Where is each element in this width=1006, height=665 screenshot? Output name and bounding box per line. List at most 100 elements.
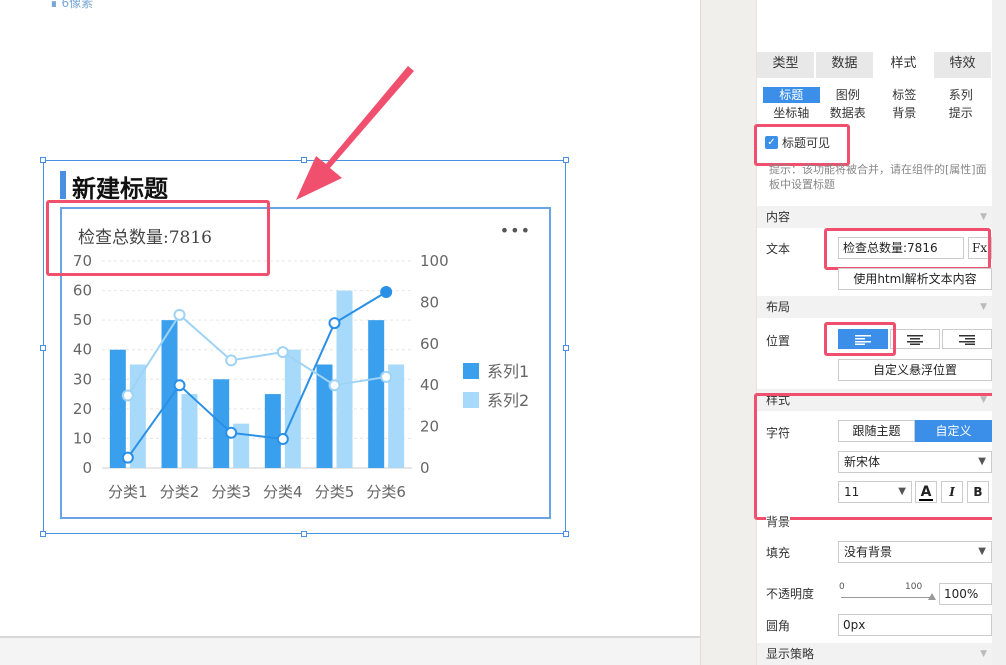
line-point-2-1 [121,389,134,402]
section-layout[interactable]: 布局 ▼ [757,296,993,318]
subtab-datatable[interactable]: 数据表 [820,105,877,121]
opacity-label: 不透明度 [766,587,815,601]
y-right-tick-label: 20 [420,418,439,436]
align-right-button[interactable] [942,329,992,349]
html-parse-button[interactable]: 使用html解析文本内容 [838,268,992,290]
resize-handle-b[interactable] [301,531,307,537]
title-accent-bar [60,171,66,199]
line-point-1-3 [225,426,238,439]
resize-handle-tl[interactable] [40,157,46,163]
bar-1-6 [368,320,385,468]
y-left-tick-label: 10 [73,429,92,447]
legend-label: 系列2 [487,391,529,410]
opacity-slider-track[interactable] [841,597,933,598]
text-label: 文本 [766,242,791,256]
x-tick-label: 分类3 [211,483,251,501]
line-point-2-2 [173,308,186,321]
annotation-box-style [754,393,996,520]
subtab-tooltip[interactable]: 提示 [933,105,990,121]
section-display-strategy[interactable]: 显示策略 ▼ [757,643,993,665]
tab-type[interactable]: 类型 [757,52,816,78]
bar-1-4 [264,394,281,468]
bar-1-1 [109,349,126,468]
background-section-label: 背景 [766,513,791,530]
chevron-down-icon: ▼ [980,649,987,659]
line-point-2-4 [276,346,289,359]
x-tick-label: 分类1 [108,483,148,501]
y-right-tick-label: 60 [420,335,439,353]
legend-swatch [463,363,479,379]
y-right-tick-label: 100 [420,252,449,270]
subtab-legend[interactable]: 图例 [820,87,877,103]
tab-style[interactable]: 样式 [875,52,934,78]
y-left-tick-label: 60 [73,282,92,300]
x-tick-label: 分类5 [315,483,355,501]
y-left-tick-label: 50 [73,311,92,329]
y-right-tick-label: 0 [420,459,430,477]
subtab-axis[interactable]: 坐标轴 [763,105,820,121]
resize-handle-l[interactable] [40,345,46,351]
chevron-down-icon: ▼ [978,546,986,557]
line-point-1-2 [173,379,186,392]
subtab-series[interactable]: 系列 [933,87,990,103]
y-left-tick-label: 0 [82,459,92,477]
align-center-button[interactable] [890,329,940,349]
bar-2-2 [181,394,198,468]
subtab-label[interactable]: 标签 [876,87,933,103]
bar-2-4 [284,349,301,468]
widget-title[interactable]: 新建标题 [72,169,168,204]
align-center-icon [907,334,923,345]
line-point-1-1 [121,451,134,464]
annotation-box-checkbox [754,124,850,166]
annotation-arrow [296,66,414,200]
canvas-bottom-bar [0,636,700,665]
resize-handle-bl[interactable] [40,531,46,537]
resize-handle-tr[interactable] [563,157,569,163]
x-tick-label: 分类6 [366,483,406,501]
chevron-down-icon: ▼ [980,212,987,222]
property-panel: 类型 数据 样式 特效 标题 图例 标签 系列 坐标轴 数据表 背景 提示 ✓ … [754,0,1006,665]
x-tick-label: 分类4 [263,483,303,501]
fill-label: 填充 [766,546,791,560]
y-left-tick-label: 20 [73,400,92,418]
y-right-tick-label: 40 [420,376,439,394]
radius-input[interactable]: 0px [838,614,992,636]
annotation-box-align [824,322,896,356]
y-right-tick-label: 80 [420,293,439,311]
fill-value: 没有背景 [844,545,893,559]
subtab-background[interactable]: 背景 [876,105,933,121]
align-right-icon [959,334,975,345]
resize-handle-r[interactable] [563,345,569,351]
tab-effect[interactable]: 特效 [934,52,993,78]
y-left-tick-label: 40 [73,341,92,359]
chevron-down-icon: ▼ [980,302,987,312]
slider-max-label: 100 [905,582,923,592]
section-layout-label: 布局 [766,300,791,314]
custom-float-button[interactable]: 自定义悬浮位置 [838,359,992,381]
resize-handle-br[interactable] [563,531,569,537]
bar-1-2 [161,320,178,468]
y-left-tick-label: 30 [73,370,92,388]
line-point-1-6 [380,286,393,299]
legend-label: 系列1 [487,362,529,381]
tab-data[interactable]: 数据 [816,52,875,78]
fill-select[interactable]: 没有背景 ▼ [838,541,992,563]
opacity-input[interactable]: 100% [939,583,992,605]
line-point-1-5 [328,317,341,330]
hint-text: 提示：该功能将被合并，请在组件的[属性]面板中设置标题 [769,163,987,191]
line-point-1-4 [276,433,289,446]
legend-swatch [463,392,479,408]
annotation-box-chart-title [46,200,270,276]
panel-scrollbar[interactable] [992,0,1006,665]
line-point-2-6 [380,370,393,383]
line-point-2-5 [328,379,341,392]
opacity-slider-handle[interactable] [928,593,936,600]
panel-gutter [700,0,756,665]
main-tabs: 类型 数据 样式 特效 [757,52,993,78]
canvas-top-note: ∎ 6像素 [50,0,94,10]
subtab-title[interactable]: 标题 [763,87,820,103]
annotation-box-text-input [824,228,991,270]
design-canvas[interactable]: ∎ 6像素 新建标题 检查总数量:7816 ••• 0 10 20 30 40 50 60 7… [0,0,700,665]
section-display-strategy-label: 显示策略 [766,647,815,661]
section-content[interactable]: 内容 ▼ [757,206,993,228]
